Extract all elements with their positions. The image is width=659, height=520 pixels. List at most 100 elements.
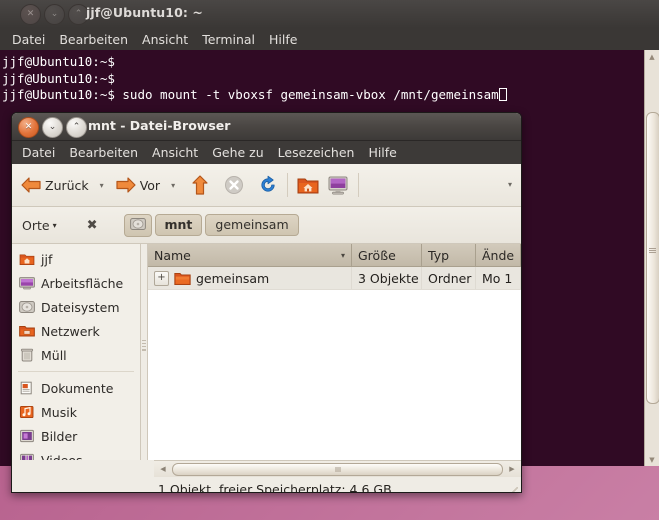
cell-modified: Mo 1 — [476, 267, 521, 289]
column-label: Ände — [482, 248, 514, 263]
scroll-right-icon[interactable]: ▶ — [505, 465, 519, 473]
back-button[interactable]: Zurück — [16, 173, 93, 197]
arrow-up-icon — [190, 174, 210, 196]
arrow-left-icon — [20, 175, 42, 195]
computer-button[interactable] — [323, 173, 353, 197]
sidebar-item-label: Musik — [41, 405, 77, 420]
resize-grip-icon[interactable] — [506, 487, 518, 493]
file-name: gemeinsam — [196, 271, 269, 286]
file-browser-titlebar[interactable]: ✕ ⌄ ⌃ mnt - Datei-Browser — [12, 113, 521, 141]
menu-terminal[interactable]: Terminal — [195, 30, 262, 49]
column-header-modified[interactable]: Ände — [476, 244, 521, 266]
menu-bearbeiten[interactable]: Bearbeiten — [52, 30, 135, 49]
cell-name[interactable]: + gemeinsam — [148, 267, 352, 289]
terminal-titlebar[interactable]: ✕ ⌄ ⌃ jjf@Ubuntu10: ~ — [0, 0, 659, 29]
sidebar-item-label: Dokumente — [41, 381, 113, 396]
folder-icon — [174, 271, 191, 286]
terminal-window-controls: ✕ ⌄ ⌃ — [20, 4, 89, 25]
sidebar-item-bilder[interactable]: Bilder — [12, 424, 140, 448]
scrollbar-grip-icon — [649, 248, 656, 253]
terminal-line-3: jjf@Ubuntu10:~$ sudo mount -t vboxsf gem… — [2, 87, 499, 102]
back-history-caret-icon[interactable]: ▾ — [93, 181, 111, 190]
menu-ansicht[interactable]: Ansicht — [145, 143, 205, 162]
back-button-label: Zurück — [45, 178, 89, 193]
menu-lesezeichen[interactable]: Lesezeichen — [271, 143, 362, 162]
cell-type: Ordner — [422, 267, 476, 289]
pane-splitter[interactable] — [141, 244, 148, 460]
menu-ansicht[interactable]: Ansicht — [135, 30, 195, 49]
sidebar-item-muell[interactable]: Müll — [12, 343, 140, 367]
music-icon — [19, 405, 35, 419]
sidebar-item-label: Dateisystem — [41, 300, 120, 315]
expander-icon[interactable]: + — [154, 271, 169, 286]
sidebar-item-arbeitsflaeche[interactable]: Arbeitsfläche — [12, 271, 140, 295]
column-header-name[interactable]: Name ▾ — [148, 244, 352, 266]
terminal-scrollbar-thumb[interactable] — [646, 112, 659, 404]
sidebar-item-netzwerk[interactable]: Netzwerk — [12, 319, 140, 343]
maximize-icon[interactable]: ⌃ — [66, 117, 87, 138]
column-header-type[interactable]: Typ — [422, 244, 476, 266]
sidebar-item-label: Netzwerk — [41, 324, 100, 339]
home-folder-icon — [19, 252, 35, 266]
toolbar-overflow-caret-icon[interactable]: ▾ — [508, 180, 512, 189]
file-browser-window[interactable]: ✕ ⌄ ⌃ mnt - Datei-Browser Datei Bearbeit… — [11, 112, 522, 493]
breadcrumb-mnt[interactable]: mnt — [155, 214, 203, 236]
close-icon[interactable]: ✕ — [18, 117, 39, 138]
home-button[interactable] — [293, 173, 323, 197]
horizontal-scrollbar-thumb[interactable] — [172, 463, 503, 476]
terminal-scrollbar[interactable]: ▲ ▼ — [644, 50, 659, 466]
file-list-horizontal-scrollbar[interactable]: ◀ ▶ — [154, 460, 521, 477]
scroll-left-icon[interactable]: ◀ — [156, 465, 170, 473]
cell-size: 3 Objekte — [352, 267, 422, 289]
terminal-title: jjf@Ubuntu10: ~ — [86, 5, 203, 20]
scroll-up-icon[interactable]: ▲ — [645, 50, 659, 63]
sidebar-item-label: Videos — [41, 453, 83, 461]
stop-button — [220, 173, 248, 197]
column-header-size[interactable]: Größe — [352, 244, 422, 266]
menu-gehe-zu[interactable]: Gehe zu — [205, 143, 270, 162]
minimize-icon[interactable]: ⌄ — [44, 4, 65, 25]
sidebar-item-dokumente[interactable]: Dokumente — [12, 376, 140, 400]
minimize-icon[interactable]: ⌄ — [42, 117, 63, 138]
menu-datei[interactable]: Datei — [5, 30, 52, 49]
sidebar-item-label: Müll — [41, 348, 67, 363]
sidebar-item-musik[interactable]: Musik — [12, 400, 140, 424]
menu-hilfe[interactable]: Hilfe — [361, 143, 403, 162]
reload-icon — [258, 175, 278, 195]
desktop-icon — [19, 276, 35, 290]
toolbar-separator — [287, 173, 288, 197]
breadcrumb: mnt gemeinsam — [124, 214, 299, 237]
terminal-menubar: Datei Bearbeiten Ansicht Terminal Hilfe — [0, 28, 659, 50]
forward-history-caret-icon[interactable]: ▾ — [164, 181, 182, 190]
places-sidebar: jjf Arbeitsfläche — [12, 244, 141, 460]
menu-bearbeiten[interactable]: Bearbeiten — [62, 143, 145, 162]
toolbar-separator-2 — [358, 173, 359, 197]
documents-icon — [19, 381, 35, 395]
reload-button[interactable] — [254, 173, 282, 197]
sidebar-item-jjf[interactable]: jjf — [12, 247, 140, 271]
close-sidebar-icon[interactable]: ✖ — [87, 219, 98, 232]
sidebar-item-label: Arbeitsfläche — [41, 276, 123, 291]
close-icon[interactable]: ✕ — [20, 4, 41, 25]
file-browser-toolbar: Zurück ▾ Vor ▾ — [12, 164, 521, 207]
scroll-down-icon[interactable]: ▼ — [645, 453, 659, 466]
forward-button[interactable]: Vor — [111, 173, 164, 197]
column-label: Typ — [428, 248, 449, 263]
up-button[interactable] — [186, 172, 214, 198]
breadcrumb-gemeinsam[interactable]: gemeinsam — [205, 214, 298, 236]
menu-datei[interactable]: Datei — [15, 143, 62, 162]
places-dropdown[interactable]: Orte ▾ — [18, 216, 61, 235]
terminal-line-2: jjf@Ubuntu10:~$ — [2, 71, 122, 86]
file-browser-title: mnt - Datei-Browser — [88, 118, 230, 133]
places-label: Orte — [22, 218, 50, 233]
sidebar-item-videos[interactable]: Videos — [12, 448, 140, 460]
sidebar-item-dateisystem[interactable]: Dateisystem — [12, 295, 140, 319]
file-browser-menubar: Datei Bearbeiten Ansicht Gehe zu Lesezei… — [12, 141, 521, 164]
breadcrumb-root[interactable] — [124, 214, 152, 237]
menu-hilfe[interactable]: Hilfe — [262, 30, 304, 49]
column-label: Name — [154, 248, 191, 263]
network-icon — [19, 324, 35, 338]
videos-icon — [19, 453, 35, 460]
chevron-down-icon: ▾ — [53, 221, 57, 230]
table-row[interactable]: + gemeinsam 3 Objekte Ordner Mo 1 — [148, 267, 521, 290]
